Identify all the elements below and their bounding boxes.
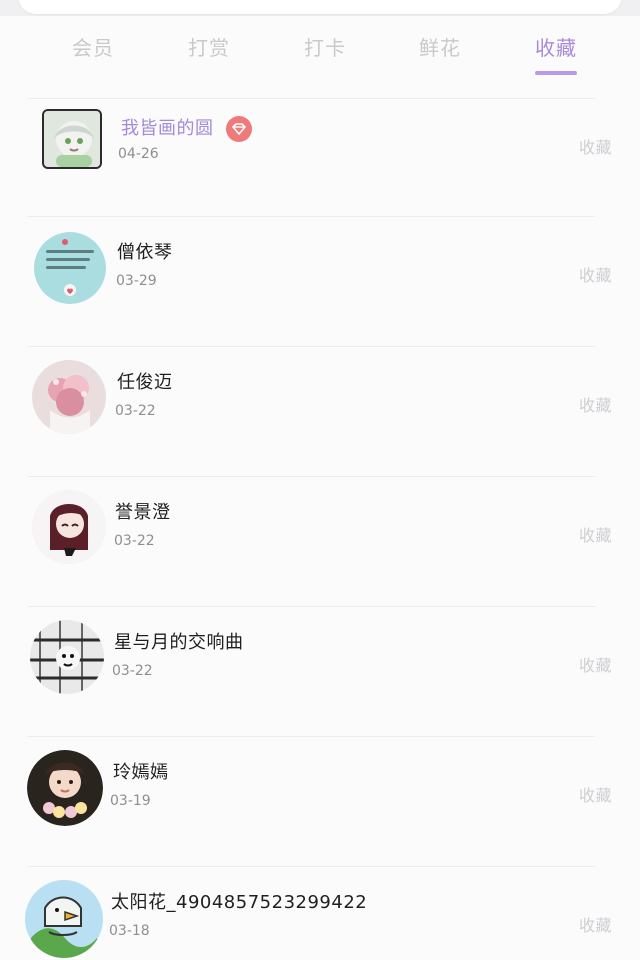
tab-checkin[interactable]: 打卡	[280, 32, 370, 76]
list-item[interactable]: 玲嫣嫣 03-19 收藏	[0, 736, 640, 866]
tab-bar: 会员 打赏 打卡 鲜花 收藏	[0, 24, 640, 86]
favorite-button[interactable]: 收藏	[579, 262, 612, 286]
list-item[interactable]: 誉景澄 03-22 收藏	[0, 476, 640, 606]
name-line: 星与月的交响曲	[114, 632, 244, 654]
date: 03-22	[115, 403, 156, 419]
name-line: 太阳花_4904857523299422	[111, 892, 367, 914]
divider	[28, 606, 595, 607]
favorites-page: 会员 打赏 打卡 鲜花 收藏 我皆画的圆 04-26 收藏 僧依琴 03-29 …	[0, 0, 640, 960]
avatar	[42, 109, 102, 169]
user-name: 任俊迈	[117, 372, 173, 393]
date: 03-19	[110, 793, 151, 809]
divider	[28, 476, 595, 477]
name-line: 誉景澄	[115, 502, 171, 524]
top-card	[18, 0, 622, 14]
avatar	[32, 490, 106, 564]
list-item[interactable]: 我皆画的圆 04-26 收藏	[0, 98, 640, 228]
name-line: 玲嫣嫣	[113, 762, 169, 784]
user-name: 誉景澄	[115, 502, 171, 523]
user-name: 星与月的交响曲	[114, 632, 244, 653]
diamond-icon	[225, 116, 252, 142]
user-name: 我皆画的圆	[121, 118, 214, 139]
tab-flowers[interactable]: 鲜花	[395, 32, 485, 76]
favorite-button[interactable]: 收藏	[579, 652, 612, 676]
user-name: 玲嫣嫣	[113, 762, 169, 783]
date: 03-18	[109, 923, 150, 939]
date: 03-22	[114, 533, 155, 549]
list-item[interactable]: 僧依琴 03-29 收藏	[0, 216, 640, 346]
avatar	[30, 620, 104, 694]
divider	[28, 98, 595, 99]
date: 04-26	[118, 146, 159, 162]
list-item[interactable]: 星与月的交响曲 03-22 收藏	[0, 606, 640, 736]
favorite-button[interactable]: 收藏	[579, 392, 612, 416]
name-line: 我皆画的圆	[121, 116, 252, 142]
avatar	[27, 750, 103, 826]
favorite-button[interactable]: 收藏	[579, 912, 612, 936]
favorite-button[interactable]: 收藏	[579, 522, 612, 546]
tab-favorites[interactable]: 收藏	[511, 32, 601, 76]
date: 03-29	[116, 273, 157, 289]
user-name: 僧依琴	[117, 242, 173, 263]
avatar	[34, 232, 106, 304]
tab-reward[interactable]: 打赏	[164, 32, 254, 76]
user-name: 太阳花_4904857523299422	[111, 892, 368, 913]
divider	[28, 866, 595, 867]
tab-membership[interactable]: 会员	[48, 32, 138, 76]
list-item[interactable]: 任俊迈 03-22 收藏	[0, 346, 640, 476]
date: 03-22	[112, 663, 153, 679]
name-line: 任俊迈	[117, 372, 173, 394]
favorite-button[interactable]: 收藏	[579, 782, 612, 806]
divider	[28, 216, 595, 217]
divider	[28, 346, 595, 347]
active-tab-indicator	[535, 71, 577, 75]
divider	[28, 736, 595, 737]
avatar	[25, 880, 103, 958]
list-item[interactable]: 太阳花_4904857523299422 03-18 收藏	[0, 866, 640, 960]
avatar	[32, 360, 106, 434]
name-line: 僧依琴	[117, 242, 173, 264]
favorite-button[interactable]: 收藏	[579, 134, 612, 158]
